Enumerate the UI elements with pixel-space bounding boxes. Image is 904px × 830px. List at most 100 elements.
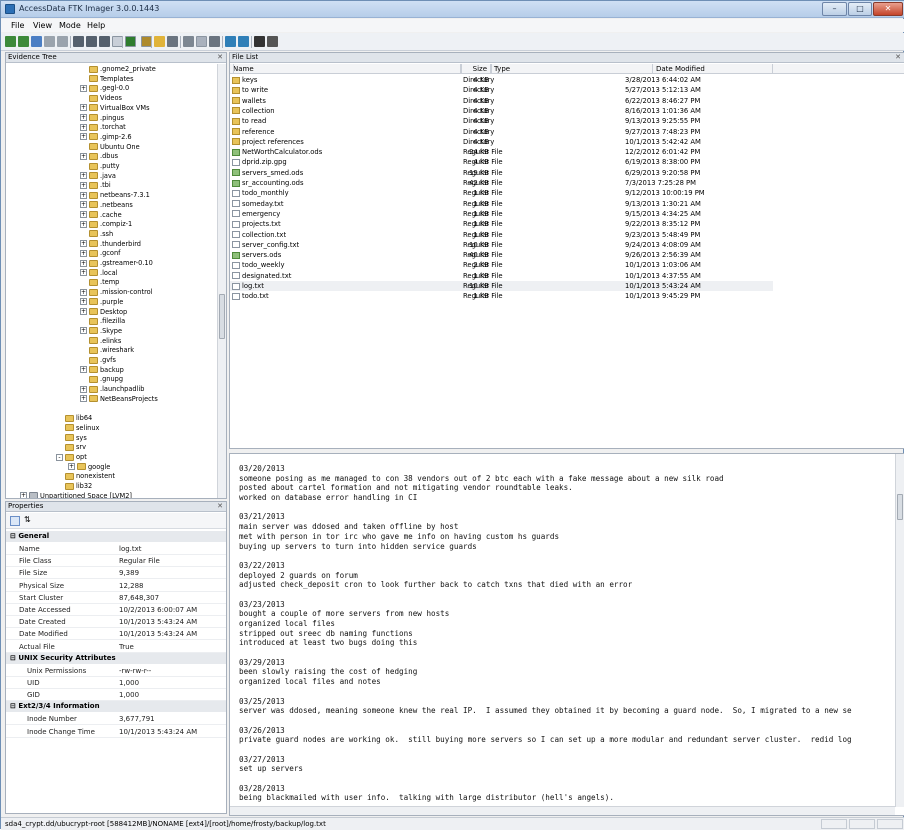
property-row[interactable]: Physical Size 12,288 — [6, 580, 226, 592]
property-row[interactable]: Actual File True — [6, 641, 226, 653]
file-row[interactable]: dprid.zip.gpg 4 KB Regular File 6/19/2013 8… — [230, 157, 773, 167]
viewer-horizontal-scrollbar[interactable] — [230, 806, 895, 815]
file-row[interactable]: keys 4 KB Directory 3/28/2013 6:44:02 AM — [230, 75, 773, 85]
property-row[interactable]: File Size 9,389 — [6, 567, 226, 580]
tree-node[interactable]: Videos — [80, 93, 122, 103]
property-row[interactable]: File Class Regular File — [6, 555, 226, 568]
scroll-thumb[interactable] — [219, 294, 225, 339]
menu-mode[interactable]: Mode — [59, 21, 81, 30]
property-row[interactable]: Inode Number 3,677,791 — [6, 713, 226, 726]
tree-node[interactable]: + .gconf — [80, 248, 120, 258]
expand-toggle-icon[interactable]: + — [80, 104, 87, 112]
export-file-hash-icon[interactable] — [196, 36, 207, 47]
expand-toggle-icon[interactable]: + — [80, 249, 87, 257]
viewer-vertical-scrollbar[interactable] — [895, 454, 904, 807]
tree-node[interactable]: Ubuntu One — [80, 142, 140, 152]
tree-node[interactable]: .putty — [80, 161, 120, 171]
file-row[interactable]: log.txt 10 KB Regular File 10/1/2013 5:43:2… — [230, 281, 773, 291]
tree-node[interactable]: selinux — [56, 423, 99, 433]
close-button[interactable]: ✕ — [873, 2, 903, 16]
expand-toggle-icon[interactable]: + — [80, 191, 87, 199]
tree-node[interactable]: + .pingus — [80, 113, 124, 123]
expand-toggle-icon[interactable]: + — [80, 288, 87, 296]
remove-all-icon[interactable] — [57, 36, 68, 47]
tree-node[interactable]: - opt — [56, 452, 87, 462]
obtain-protected-files-icon[interactable] — [154, 36, 165, 47]
title-bar[interactable]: AccessData FTK Imager 3.0.0.1443 – □ ✕ — [1, 1, 904, 18]
tree-node[interactable]: nonexistent — [56, 471, 115, 481]
image-mounting-icon[interactable] — [238, 36, 249, 47]
file-row[interactable]: to read 4 KB Directory 9/13/2013 9:25:55 PM — [230, 116, 773, 126]
expand-toggle-icon[interactable]: + — [80, 152, 87, 160]
tree-node[interactable]: + .gstreamer-0.10 — [80, 258, 153, 268]
tree-node[interactable]: + .gegl-0.0 — [80, 83, 129, 93]
file-row[interactable]: todo_monthly 1 KB Regular File 9/12/2013 10… — [230, 188, 773, 198]
property-section-header[interactable]: ⊟ UNIX Security Attributes — [6, 652, 226, 664]
file-row[interactable]: server_config.txt 10 KB Regular File 9/24/2… — [230, 240, 773, 250]
tree-node[interactable]: + .local — [80, 268, 117, 278]
expand-toggle-icon[interactable]: + — [80, 259, 87, 267]
tree-node[interactable]: + backup — [80, 365, 124, 375]
file-row[interactable]: reference 4 KB Directory 9/27/2013 7:48:23 … — [230, 127, 773, 137]
expand-toggle-icon[interactable]: + — [80, 211, 87, 218]
tree-node[interactable]: + google — [68, 462, 110, 472]
file-content-text[interactable]: 03/20/2013 someone posing as me managed t… — [239, 464, 894, 802]
tree-node[interactable] — [80, 404, 89, 414]
file-row[interactable]: NetWorthCalculator.ods 24 KB Regular File 1… — [230, 147, 773, 157]
evidence-tree-scrollbar[interactable] — [217, 64, 226, 498]
expand-toggle-icon[interactable]: + — [80, 240, 87, 248]
tree-node[interactable]: + .cache — [80, 210, 122, 220]
column-size[interactable]: Size — [461, 64, 491, 74]
tree-node[interactable]: + .netbeans — [80, 200, 133, 210]
tree-node[interactable]: + .launchpadlib — [80, 384, 144, 394]
help-icon[interactable] — [254, 36, 265, 47]
file-row[interactable]: designated.txt 1 KB Regular File 10/1/2013 … — [230, 271, 773, 281]
tree-node[interactable]: + .tbi — [80, 180, 111, 190]
menu-view[interactable]: View — [33, 21, 52, 30]
property-row[interactable]: Start Cluster 87,648,307 — [6, 592, 226, 604]
tree-node[interactable]: + VirtualBox VMs — [80, 103, 150, 113]
file-row[interactable]: todo_weekly 2 KB Regular File 10/1/2013 1:0… — [230, 260, 773, 270]
maximize-button[interactable]: □ — [848, 2, 872, 16]
tree-node[interactable]: + .Skype — [80, 326, 122, 336]
property-row[interactable]: Date Accessed 10/2/2013 6:00:07 AM — [6, 604, 226, 616]
expand-toggle-icon[interactable]: + — [80, 366, 87, 374]
minimize-button[interactable]: – — [822, 2, 847, 16]
expand-toggle-icon[interactable]: + — [80, 172, 87, 180]
create-image-icon[interactable] — [73, 36, 84, 47]
file-row[interactable]: servers.ods 40 KB Regular File 9/26/2013 2:… — [230, 250, 773, 260]
file-row[interactable]: wallets 4 KB Directory 6/22/2013 8:46:27 PM — [230, 96, 773, 106]
export-files-icon[interactable] — [183, 36, 194, 47]
tree-node[interactable]: .gvfs — [80, 355, 116, 365]
expand-toggle-icon[interactable]: + — [80, 201, 87, 209]
tree-node[interactable]: + .dbus — [80, 151, 118, 161]
file-row[interactable]: servers_smed.ods 19 KB Regular File 6/29/20… — [230, 168, 773, 178]
tree-node[interactable]: .filezilla — [80, 316, 125, 326]
tree-node[interactable]: .gnupg — [80, 374, 123, 384]
tree-node[interactable]: Templates — [80, 74, 134, 84]
sort-alpha-icon[interactable]: ⇅ — [24, 515, 31, 524]
property-row[interactable]: GID 1,000 — [6, 689, 226, 702]
tree-node[interactable]: + .purple — [80, 297, 123, 307]
close-pane-icon[interactable]: ✕ — [895, 53, 901, 62]
export-disk-image-icon[interactable] — [86, 36, 97, 47]
property-row[interactable]: Date Modified 10/1/2013 5:43:24 AM — [6, 628, 226, 641]
tree-node[interactable]: + .gimp-2.6 — [80, 132, 132, 142]
tree-node[interactable]: .ssh — [80, 229, 113, 239]
tree-node[interactable]: + .torchat — [80, 122, 126, 132]
expand-toggle-icon[interactable]: + — [80, 123, 87, 131]
expand-toggle-icon[interactable]: + — [68, 463, 75, 471]
file-row[interactable]: todo.txt 1 KB Regular File 10/1/2013 9:45:2… — [230, 291, 773, 301]
property-row[interactable]: Name log.txt — [6, 543, 226, 555]
tree-node[interactable]: .gnome2_private — [80, 64, 156, 74]
tree-node[interactable]: .wireshark — [80, 345, 134, 355]
property-section-header[interactable]: ⊟ General — [6, 531, 226, 542]
tree-node[interactable]: sys — [56, 433, 87, 443]
column-date-modified[interactable]: Date Modified — [653, 64, 773, 74]
column-type[interactable]: Type — [491, 64, 653, 74]
column-name[interactable]: Name — [230, 64, 461, 74]
expand-toggle-icon[interactable]: + — [80, 327, 87, 335]
expand-toggle-icon[interactable]: + — [80, 298, 87, 306]
property-row[interactable]: Inode Change Time 10/1/2013 5:43:24 AM — [6, 726, 226, 738]
close-pane-icon[interactable]: ✕ — [217, 53, 223, 62]
